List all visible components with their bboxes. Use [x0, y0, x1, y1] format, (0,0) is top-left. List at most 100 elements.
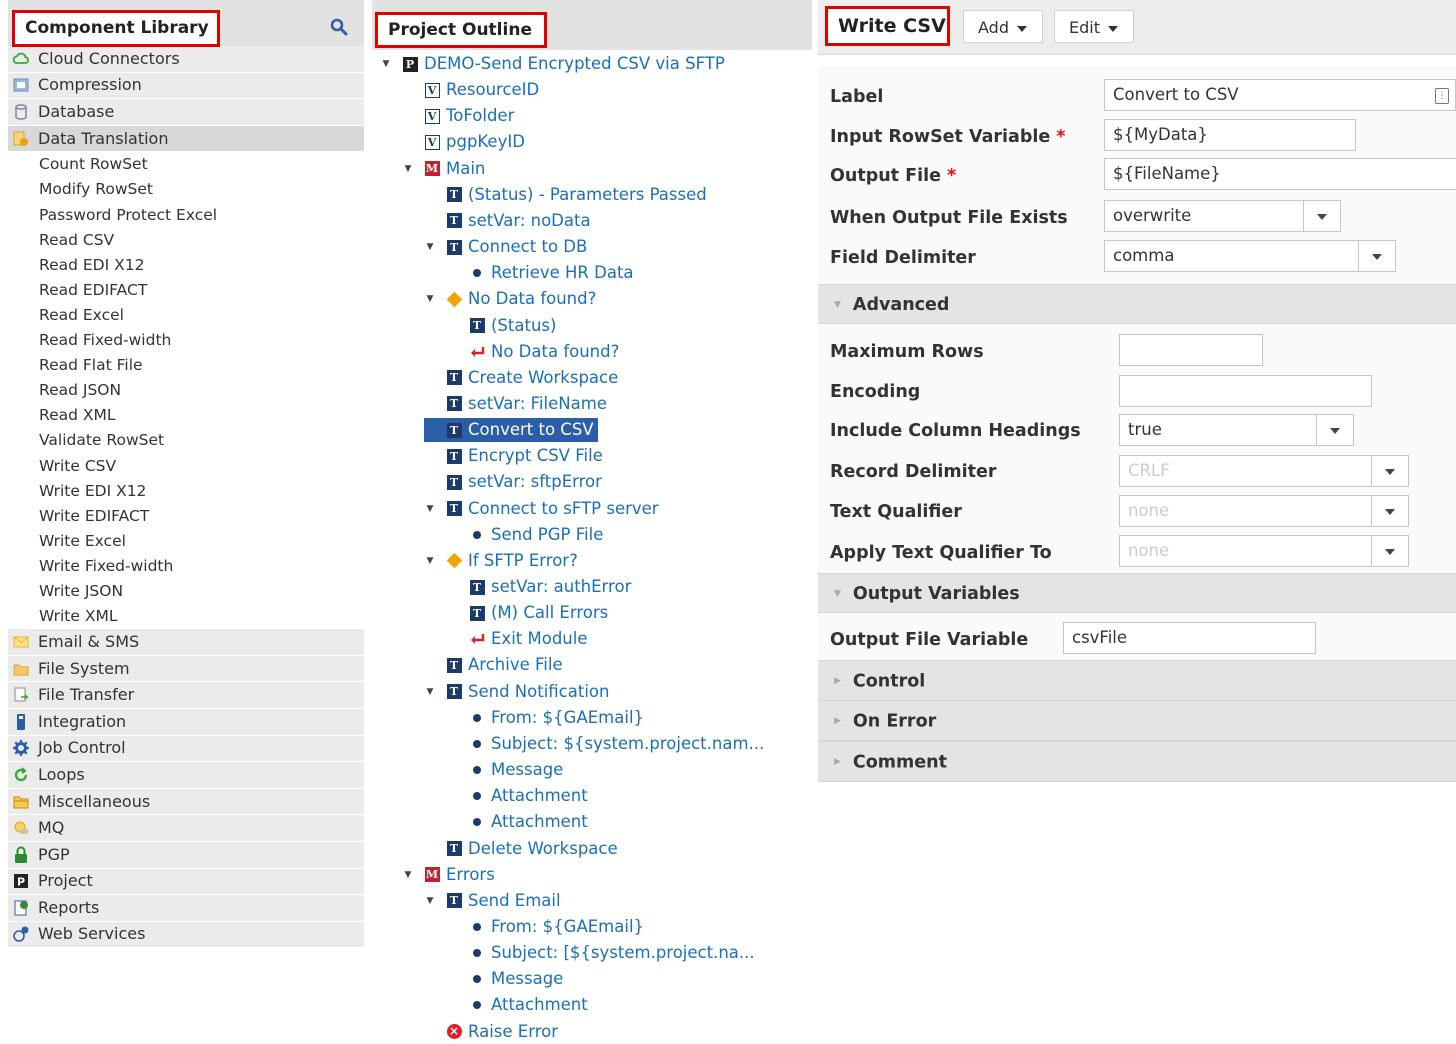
outline-node[interactable]: No Data found?	[447, 340, 619, 364]
outline-node[interactable]: Send PGP File	[447, 523, 603, 547]
library-component-item[interactable]: Write EDIFACT	[8, 503, 364, 529]
outline-node[interactable]: T Create Workspace	[424, 366, 618, 390]
library-component-item[interactable]: Validate RowSet	[8, 428, 364, 454]
record-delimiter-dropdown-button[interactable]	[1371, 455, 1409, 487]
library-category-compression[interactable]: Compression	[8, 72, 364, 100]
when-exists-dropdown-button[interactable]	[1303, 200, 1341, 232]
outline-node[interactable]: V ToFolder	[402, 104, 514, 128]
outline-node[interactable]: Message	[447, 967, 563, 991]
search-icon[interactable]	[330, 18, 348, 36]
text-options-icon[interactable]: ⋮	[1435, 88, 1449, 104]
outline-node[interactable]: Subject: ${system.project.nam...	[447, 732, 764, 756]
outline-node[interactable]: T Delete Workspace	[424, 837, 618, 861]
add-menu-button[interactable]: Add	[963, 10, 1043, 43]
expand-toggle-icon[interactable]: ▼	[402, 863, 414, 887]
library-component-item[interactable]: Read JSON	[8, 378, 364, 404]
library-category-mq[interactable]: MQ	[8, 815, 364, 842]
expand-toggle-icon[interactable]: ▼	[424, 549, 436, 573]
library-category-integration[interactable]: Integration	[8, 708, 364, 736]
outline-node[interactable]: TsetVar: sftpError	[424, 470, 602, 494]
outline-node[interactable]: T (Status)	[447, 314, 556, 338]
input-rowset-input[interactable]: ${MyData}	[1104, 119, 1356, 151]
library-category-data-translation[interactable]: Data Translation	[8, 125, 364, 153]
text-qualifier-select[interactable]: none	[1119, 495, 1372, 527]
library-component-item[interactable]: Read Fixed-width	[8, 328, 364, 354]
outline-node[interactable]: Attachment	[447, 993, 588, 1017]
outline-node[interactable]: T Encrypt CSV File	[424, 444, 603, 468]
library-category-loops[interactable]: Loops	[8, 762, 364, 789]
library-component-item[interactable]: Read Excel	[8, 302, 364, 329]
max-rows-input[interactable]	[1119, 334, 1263, 366]
outline-node[interactable]: T Archive File	[424, 653, 563, 677]
label-input[interactable]: Convert to CSV ⋮	[1104, 79, 1456, 111]
library-category-email-sms[interactable]: Email & SMS	[8, 629, 364, 656]
library-category-pgp[interactable]: PGP	[8, 841, 364, 869]
outline-node[interactable]: T (M) Call Errors	[447, 601, 608, 625]
library-component-item[interactable]: Write XML	[8, 604, 364, 630]
library-component-item[interactable]: Read CSV	[8, 227, 364, 253]
library-component-item[interactable]: Write Fixed-width	[8, 553, 364, 579]
library-category-reports[interactable]: Reports	[8, 895, 364, 922]
outline-node[interactable]: Attachment	[447, 784, 588, 808]
outline-node[interactable]: ▼ No Data found?	[424, 287, 597, 311]
outline-node[interactable]: ▼ T Send Email	[424, 889, 561, 913]
encoding-input[interactable]	[1119, 375, 1372, 407]
comment-section-header[interactable]: ▶ Comment	[818, 741, 1456, 782]
outline-node[interactable]: From: ${GAEmail}	[447, 915, 644, 939]
text-qualifier-dropdown-button[interactable]	[1371, 495, 1409, 527]
outline-node[interactable]: TsetVar: FileName	[424, 392, 607, 416]
apply-qualifier-select[interactable]: none	[1119, 535, 1372, 567]
outline-node[interactable]: VpgpKeyID	[402, 130, 525, 154]
expand-toggle-icon[interactable]: ▼	[424, 680, 436, 704]
output-variables-section-header[interactable]: ▼ Output Variables	[818, 573, 1456, 613]
expand-toggle-icon[interactable]: ▼	[380, 52, 392, 76]
expand-toggle-icon[interactable]: ▼	[402, 157, 414, 181]
library-component-item[interactable]: Write Excel	[8, 528, 364, 554]
library-category-miscellaneous[interactable]: Miscellaneous	[8, 788, 364, 816]
on-error-section-header[interactable]: ▶ On Error	[818, 700, 1456, 741]
outline-node[interactable]: TsetVar: noData	[424, 209, 591, 233]
expand-toggle-icon[interactable]: ▼	[424, 497, 436, 521]
library-category-project[interactable]: P Project	[8, 868, 364, 896]
apply-qualifier-dropdown-button[interactable]	[1371, 535, 1409, 567]
expand-toggle-icon[interactable]: ▼	[424, 287, 436, 311]
library-component-item[interactable]: Write JSON	[8, 578, 364, 605]
outline-node[interactable]: TsetVar: authError	[447, 575, 631, 599]
outline-node[interactable]: × Raise Error	[424, 1020, 558, 1044]
control-section-header[interactable]: ▶ Control	[818, 660, 1456, 701]
library-component-item[interactable]: Write EDI X12	[8, 478, 364, 504]
expand-toggle-icon[interactable]: ▼	[424, 235, 436, 259]
library-category-file-system[interactable]: File System	[8, 655, 364, 683]
library-component-item[interactable]: Count RowSet	[8, 152, 364, 178]
outline-node[interactable]: T (Status) - Parameters Passed	[424, 183, 707, 207]
outline-node[interactable]: ▼ M Errors	[402, 863, 495, 887]
outline-node[interactable]: V ResourceID	[402, 78, 539, 102]
library-component-item[interactable]: Password Protect Excel	[8, 202, 364, 228]
outline-node[interactable]: Retrieve HR Data	[447, 261, 634, 285]
library-component-item[interactable]: Write CSV	[8, 453, 364, 479]
library-component-item[interactable]: Read Flat File	[8, 353, 364, 379]
library-component-item[interactable]: Read XML	[8, 403, 364, 429]
output-file-variable-input[interactable]: csvFile	[1063, 622, 1316, 654]
library-category-web-services[interactable]: Web Services	[8, 921, 364, 949]
library-category-file-transfer[interactable]: File Transfer	[8, 682, 364, 709]
outline-node[interactable]: Subject: [${system.project.na...	[447, 941, 755, 965]
library-component-item[interactable]: Read EDIFACT	[8, 277, 364, 303]
outline-node[interactable]: ▼ T Send Notification	[424, 680, 610, 704]
outline-node[interactable]: ▼ If SFTP Error?	[424, 549, 578, 573]
field-delimiter-select[interactable]: comma	[1104, 240, 1359, 272]
field-delimiter-dropdown-button[interactable]	[1358, 240, 1396, 272]
edit-menu-button[interactable]: Edit	[1054, 10, 1134, 43]
outline-node[interactable]: ▼ P DEMO-Send Encrypted CSV via SFTP	[380, 52, 725, 76]
library-component-item[interactable]: Read EDI X12	[8, 252, 364, 278]
outline-node[interactable]: ▼ T Connect to sFTP server	[424, 497, 659, 521]
record-delimiter-select[interactable]: CRLF	[1119, 455, 1372, 487]
outline-node[interactable]: ▼ M Main	[402, 157, 486, 181]
expand-toggle-icon[interactable]: ▼	[424, 889, 436, 913]
library-category-cloud-connectors[interactable]: Cloud Connectors	[8, 46, 364, 73]
library-component-item[interactable]: Modify RowSet	[8, 177, 364, 203]
include-headings-dropdown-button[interactable]	[1316, 414, 1354, 446]
library-category-job-control[interactable]: Job Control	[8, 735, 364, 763]
outline-node[interactable]: ▼ T Connect to DB	[424, 235, 588, 259]
output-file-input[interactable]: ${FileName}	[1104, 158, 1456, 190]
